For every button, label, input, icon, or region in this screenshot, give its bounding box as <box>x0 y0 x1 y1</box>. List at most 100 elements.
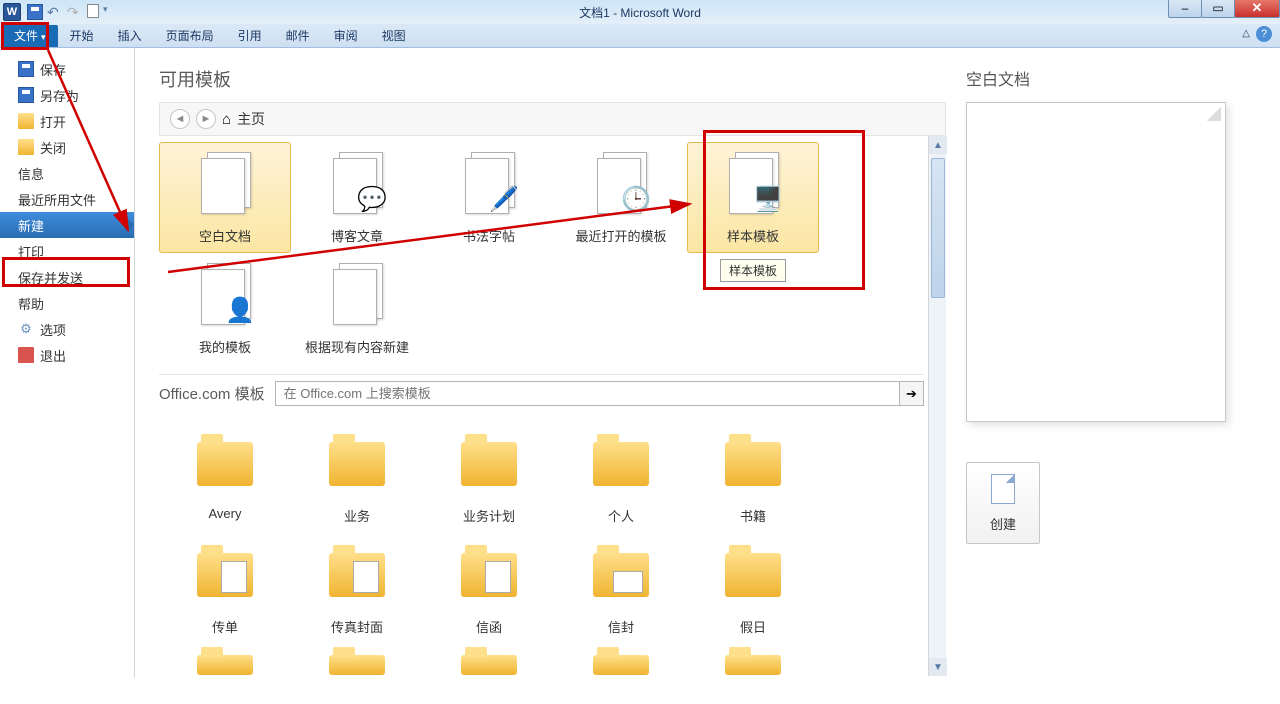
sidebar-label: 保存并发送 <box>18 268 83 287</box>
category-envelopes[interactable]: 信封 <box>555 533 687 644</box>
category-label: 假日 <box>691 617 815 636</box>
template-label: 空白文档 <box>163 226 287 245</box>
template-my-templates[interactable]: 👤 我的模板 <box>159 253 291 364</box>
tooltip-sample-templates: 样本模板 <box>720 259 786 282</box>
preview-title: 空白文档 <box>966 66 1256 90</box>
template-blog-post[interactable]: 💬 博客文章 <box>291 142 423 253</box>
category-label: 个人 <box>559 506 683 525</box>
title-bar: W ↶ ↷ ▾ 文档1 - Microsoft Word – ▭ ✕ <box>0 0 1280 24</box>
category-partial-3[interactable] <box>423 644 555 694</box>
tab-file[interactable]: 文件 <box>2 25 58 47</box>
tab-layout[interactable]: 页面布局 <box>154 25 226 47</box>
close-icon <box>18 139 34 155</box>
category-label: 书籍 <box>691 506 815 525</box>
category-label: 信封 <box>559 617 683 636</box>
sidebar-label: 新建 <box>18 216 44 235</box>
tab-references[interactable]: 引用 <box>226 25 274 47</box>
help-button[interactable]: ? <box>1256 26 1272 42</box>
category-avery[interactable]: Avery <box>159 422 291 533</box>
category-label: 传真封面 <box>295 617 419 636</box>
options-icon: ⚙ <box>18 321 34 337</box>
preview-thumbnail <box>966 102 1226 422</box>
open-icon <box>18 113 34 129</box>
ribbon-collapse-icon[interactable]: △ <box>1242 28 1250 39</box>
sidebar-label: 帮助 <box>18 294 44 313</box>
category-letters[interactable]: 信函 <box>423 533 555 644</box>
undo-icon[interactable]: ↶ <box>47 4 63 20</box>
new-doc-icon[interactable] <box>87 4 99 18</box>
templates-scrollbar[interactable]: ▲ ▼ <box>928 136 946 676</box>
template-from-existing[interactable]: 根据现有内容新建 <box>291 253 423 364</box>
category-partial-5[interactable] <box>687 644 819 694</box>
tab-view[interactable]: 视图 <box>370 25 418 47</box>
category-flyers[interactable]: 传单 <box>159 533 291 644</box>
category-label: Avery <box>163 506 287 521</box>
officecom-heading: Office.com 模板 <box>159 383 265 404</box>
saveas-icon <box>18 87 34 103</box>
sidebar-item-new[interactable]: 新建 <box>0 212 134 238</box>
qat-dropdown-icon[interactable]: ▾ <box>103 4 119 20</box>
nav-home-label[interactable]: 主页 <box>237 109 265 129</box>
window-title: 文档1 - Microsoft Word <box>579 4 701 21</box>
tab-mail[interactable]: 邮件 <box>274 25 322 47</box>
category-business[interactable]: 业务 <box>291 422 423 533</box>
scroll-thumb[interactable] <box>931 158 945 298</box>
template-nav-bar: ◄ ► ⌂ 主页 <box>159 102 946 136</box>
category-personal[interactable]: 个人 <box>555 422 687 533</box>
category-holidays[interactable]: 假日 <box>687 533 819 644</box>
sidebar-item-recent[interactable]: 最近所用文件 <box>0 186 134 212</box>
home-icon[interactable]: ⌂ <box>222 111 231 128</box>
create-label: 创建 <box>990 514 1016 533</box>
template-label: 最近打开的模板 <box>559 226 683 245</box>
category-partial-2[interactable] <box>291 644 423 694</box>
save-icon[interactable] <box>27 4 43 20</box>
sidebar-item-info[interactable]: 信息 <box>0 160 134 186</box>
close-button[interactable]: ✕ <box>1234 0 1280 18</box>
sidebar-item-save[interactable]: 保存 <box>0 56 134 82</box>
maximize-button[interactable]: ▭ <box>1201 0 1235 18</box>
category-fax[interactable]: 传真封面 <box>291 533 423 644</box>
sidebar-label: 退出 <box>40 346 66 365</box>
category-label: 业务计划 <box>427 506 551 525</box>
template-sample-templates[interactable]: 🖥️ 样本模板 样本模板 <box>687 142 819 253</box>
create-button[interactable]: 创建 <box>966 462 1040 544</box>
officecom-search-button[interactable]: ➔ <box>900 381 924 406</box>
sidebar-item-options[interactable]: ⚙选项 <box>0 316 134 342</box>
template-label: 博客文章 <box>295 226 419 245</box>
create-page-icon <box>991 474 1015 504</box>
available-templates-heading: 可用模板 <box>159 66 946 92</box>
scroll-up-button[interactable]: ▲ <box>929 136 947 154</box>
template-calligraphy[interactable]: 🖊️ 书法字帖 <box>423 142 555 253</box>
minimize-button[interactable]: – <box>1168 0 1202 18</box>
preview-pane: 空白文档 创建 <box>966 66 1256 678</box>
template-recent[interactable]: 🕒 最近打开的模板 <box>555 142 687 253</box>
template-label: 根据现有内容新建 <box>295 337 419 356</box>
sidebar-item-saveas[interactable]: 另存为 <box>0 82 134 108</box>
template-blank-document[interactable]: 空白文档 <box>159 142 291 253</box>
nav-back-button[interactable]: ◄ <box>170 109 190 129</box>
category-partial-1[interactable] <box>159 644 291 694</box>
tab-review[interactable]: 审阅 <box>322 25 370 47</box>
tab-home[interactable]: 开始 <box>58 25 106 47</box>
sidebar-item-exit[interactable]: 退出 <box>0 342 134 368</box>
save-icon <box>18 61 34 77</box>
tab-insert[interactable]: 插入 <box>106 25 154 47</box>
category-books[interactable]: 书籍 <box>687 422 819 533</box>
sidebar-label: 保存 <box>40 60 66 79</box>
sidebar-item-open[interactable]: 打开 <box>0 108 134 134</box>
officecom-search-input[interactable] <box>275 381 900 406</box>
redo-icon[interactable]: ↷ <box>67 4 83 20</box>
category-partial-4[interactable] <box>555 644 687 694</box>
sidebar-item-savesend[interactable]: 保存并发送 <box>0 264 134 290</box>
sidebar-item-print[interactable]: 打印 <box>0 238 134 264</box>
sidebar-item-help[interactable]: 帮助 <box>0 290 134 316</box>
category-business-plan[interactable]: 业务计划 <box>423 422 555 533</box>
category-label: 信函 <box>427 617 551 636</box>
quick-access-toolbar[interactable]: ↶ ↷ ▾ <box>27 4 119 20</box>
template-label: 书法字帖 <box>427 226 551 245</box>
sidebar-item-close[interactable]: 关闭 <box>0 134 134 160</box>
word-app-icon: W <box>3 3 21 21</box>
scroll-down-button[interactable]: ▼ <box>929 658 947 676</box>
nav-forward-button[interactable]: ► <box>196 109 216 129</box>
category-label: 传单 <box>163 617 287 636</box>
